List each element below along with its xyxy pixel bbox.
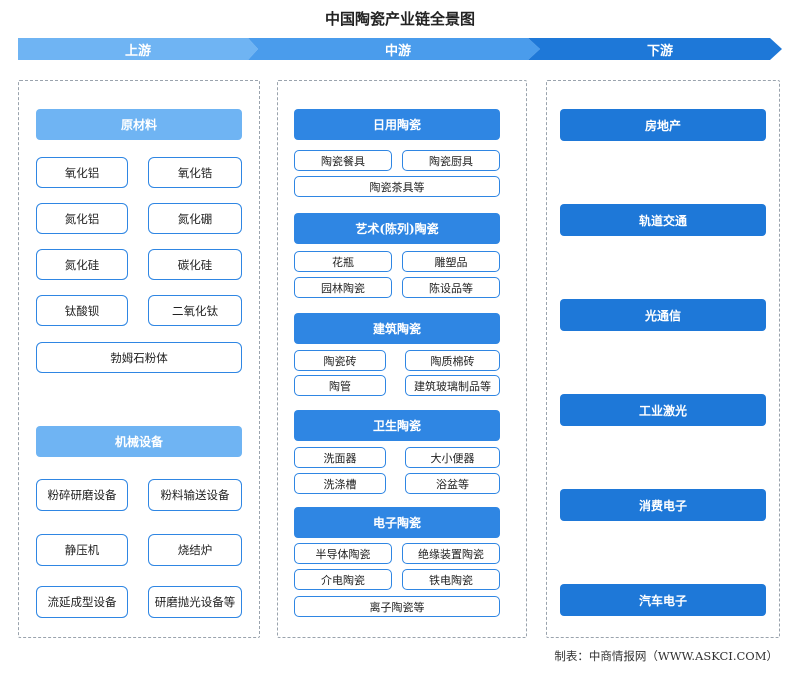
daily-ceramics-item: 陶瓷厨具 — [402, 150, 500, 171]
machinery-item: 流延成型设备 — [36, 586, 128, 618]
daily-ceramics-header: 日用陶瓷 — [294, 109, 500, 140]
art-ceramics-item: 园林陶瓷 — [294, 277, 392, 298]
electronic-ceramics-item: 绝缘装置陶瓷 — [402, 543, 500, 564]
building-ceramics-item: 陶瓷砖 — [294, 350, 386, 371]
electronic-ceramics-header: 电子陶瓷 — [294, 507, 500, 538]
building-ceramics-item: 陶质棉砖 — [405, 350, 500, 371]
machinery-item: 研磨抛光设备等 — [148, 586, 242, 618]
machinery-item: 烧结炉 — [148, 534, 242, 566]
electronic-ceramics-item: 离子陶瓷等 — [294, 596, 500, 617]
building-ceramics-item: 陶管 — [294, 375, 386, 396]
raw-material-item: 勃姆石粉体 — [36, 342, 242, 373]
sanitary-ceramics-item: 洗涤槽 — [294, 473, 386, 494]
art-ceramics-header: 艺术(陈列)陶瓷 — [294, 213, 500, 244]
raw-material-item: 氧化锆 — [148, 157, 242, 188]
downstream-column — [546, 80, 780, 638]
art-ceramics-item: 雕塑品 — [402, 251, 500, 272]
upstream-stage-label: 上游 — [124, 43, 151, 59]
electronic-ceramics-item: 半导体陶瓷 — [294, 543, 392, 564]
raw-material-item: 氮化硼 — [148, 203, 242, 234]
downstream-item: 轨道交通 — [560, 204, 766, 236]
downstream-item: 汽车电子 — [560, 584, 766, 616]
downstream-item: 工业激光 — [560, 394, 766, 426]
downstream-stage-label: 下游 — [646, 43, 673, 59]
raw-materials-header: 原材料 — [36, 109, 242, 140]
downstream-item: 光通信 — [560, 299, 766, 331]
raw-material-item: 氧化铝 — [36, 157, 128, 188]
sanitary-ceramics-item: 洗面器 — [294, 447, 386, 468]
source-footer: 制表：中商情报网（WWW.ASKCI.COM） — [554, 649, 778, 663]
midstream-stage-label: 中游 — [384, 43, 411, 59]
downstream-item: 房地产 — [560, 109, 766, 141]
sanitary-ceramics-item: 大小便器 — [405, 447, 500, 468]
daily-ceramics-item: 陶瓷餐具 — [294, 150, 392, 171]
art-ceramics-item: 陈设品等 — [402, 277, 500, 298]
building-ceramics-item: 建筑玻璃制品等 — [405, 375, 500, 396]
raw-material-item: 氮化硅 — [36, 249, 128, 280]
electronic-ceramics-item: 介电陶瓷 — [294, 569, 392, 590]
machinery-item: 粉碎研磨设备 — [36, 479, 128, 511]
raw-material-item: 氮化铝 — [36, 203, 128, 234]
sanitary-ceramics-header: 卫生陶瓷 — [294, 410, 500, 441]
art-ceramics-item: 花瓶 — [294, 251, 392, 272]
machinery-header: 机械设备 — [36, 426, 242, 457]
raw-material-item: 钛酸钡 — [36, 295, 128, 326]
building-ceramics-header: 建筑陶瓷 — [294, 313, 500, 344]
raw-material-item: 二氧化钛 — [148, 295, 242, 326]
downstream-item: 消费电子 — [560, 489, 766, 521]
daily-ceramics-item: 陶瓷茶具等 — [294, 176, 500, 197]
machinery-item: 静压机 — [36, 534, 128, 566]
raw-material-item: 碳化硅 — [148, 249, 242, 280]
electronic-ceramics-item: 铁电陶瓷 — [402, 569, 500, 590]
machinery-item: 粉料输送设备 — [148, 479, 242, 511]
sanitary-ceramics-item: 浴盆等 — [405, 473, 500, 494]
